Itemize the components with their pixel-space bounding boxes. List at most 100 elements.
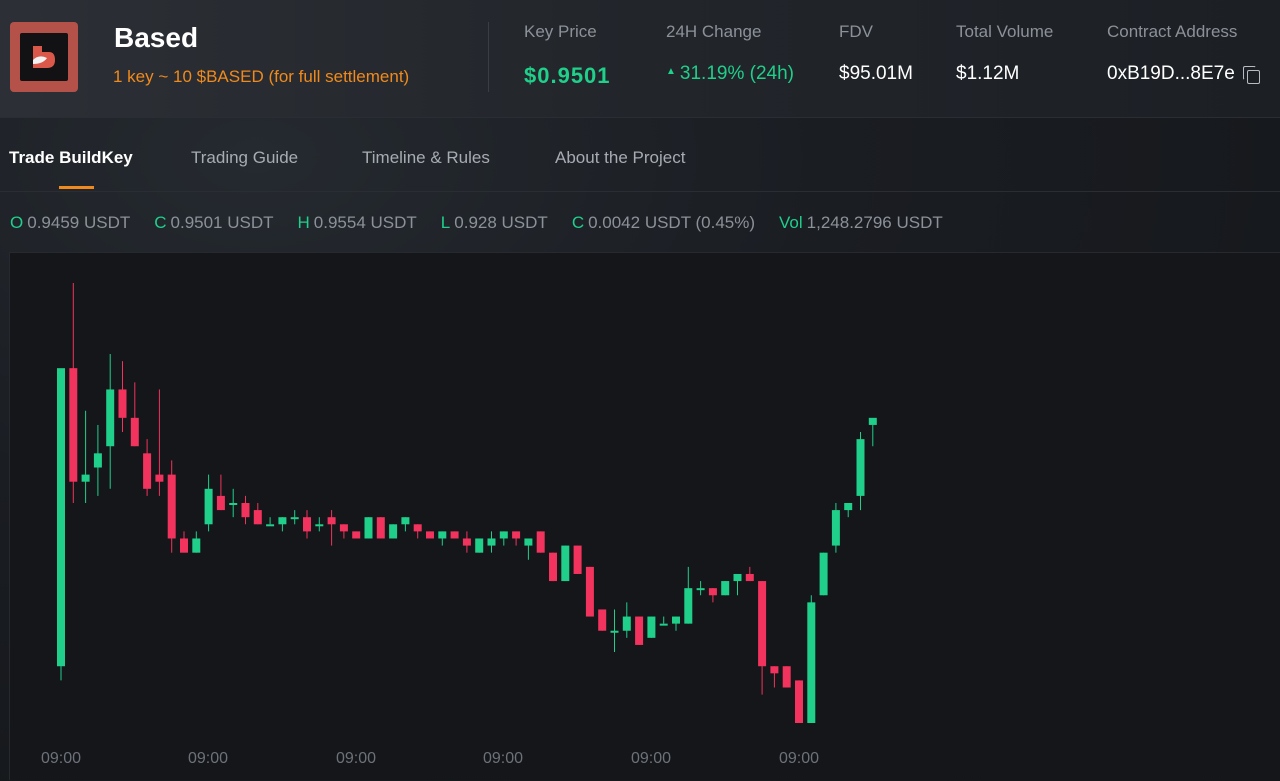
ohlc-key: C xyxy=(154,213,167,232)
candle-body xyxy=(93,453,102,468)
x-axis-tick-label: 09:00 xyxy=(779,750,819,767)
ohlc-volume: Vol 1,248.2796 USDT xyxy=(779,213,943,233)
candle-body xyxy=(782,666,791,688)
x-axis-tick-label: 09:00 xyxy=(188,750,228,767)
candle-body xyxy=(192,538,201,553)
candle-body xyxy=(389,524,398,539)
ohlc-value: 0.9554 USDT xyxy=(313,213,417,232)
candle-body xyxy=(81,474,90,482)
candle-body xyxy=(315,524,324,527)
token-header: Based 1 key ~ 10 $BASED (for full settle… xyxy=(0,0,1280,118)
candle-body xyxy=(549,552,557,582)
candle-body xyxy=(241,503,250,518)
tab-bar: Trade BuildKey Trading Guide Timeline & … xyxy=(0,118,1280,192)
ohlc-low: L 0.928 USDT xyxy=(441,213,548,233)
stat-contract-address: Contract Address 0xB19D...8E7e xyxy=(1107,22,1260,85)
candle-body xyxy=(475,538,484,553)
candle-body xyxy=(303,517,311,532)
token-title: Based xyxy=(114,22,199,53)
candle-body xyxy=(745,573,754,582)
candle-body xyxy=(290,517,299,520)
ohlc-key: O xyxy=(10,213,24,232)
candle-body xyxy=(524,538,533,546)
stat-key-price: Key Price $0.9501 xyxy=(524,22,611,89)
ohlc-key: H xyxy=(297,213,310,232)
candle-body xyxy=(536,531,545,553)
candle-body xyxy=(413,524,422,532)
ohlc-legend: O 0.9459 USDT C 0.9501 USDT H 0.9554 USDT L… xyxy=(10,212,967,234)
x-axis-tick-label: 09:00 xyxy=(41,750,81,767)
candle-body xyxy=(672,616,680,624)
candle-body xyxy=(462,538,471,546)
candle-body xyxy=(401,517,410,525)
candle-body xyxy=(57,368,65,667)
candle-body xyxy=(327,517,336,525)
contract-address-value: 0xB19D...8E7e xyxy=(1107,63,1235,84)
active-tab-indicator xyxy=(59,186,94,189)
ohlc-value: 0.0042 USDT (0.45%) xyxy=(588,213,756,232)
key-price-value: $0.9501 xyxy=(524,63,611,88)
candle-body xyxy=(143,453,152,489)
candle-body xyxy=(647,616,656,638)
candle-body xyxy=(438,531,447,539)
candle-body xyxy=(696,588,705,591)
token-subtitle: 1 key ~ 10 $BASED (for full settlement) xyxy=(113,67,410,86)
based-logo-icon xyxy=(33,46,55,68)
price-chart[interactable]: 09:00 09:00 09:00 09:00 09:00 09:00 xyxy=(9,252,1280,780)
candle-body xyxy=(573,545,582,574)
stat-label: Contract Address xyxy=(1107,22,1238,41)
candle-body xyxy=(339,524,348,532)
candlestick-chart[interactable]: 09:00 09:00 09:00 09:00 09:00 09:00 xyxy=(10,253,1280,781)
candle-body xyxy=(426,531,434,539)
ohlc-open: O 0.9459 USDT xyxy=(10,213,130,233)
candle-body xyxy=(708,588,717,596)
candle-body xyxy=(622,616,631,631)
token-logo xyxy=(10,22,78,92)
ohlc-key: Vol xyxy=(779,213,803,232)
stat-total-volume: Total Volume $1.12M xyxy=(956,22,1053,85)
total-volume-value: $1.12M xyxy=(956,63,1020,84)
candle-body xyxy=(770,666,779,674)
stat-label: Total Volume xyxy=(956,22,1054,41)
candle-body xyxy=(512,531,521,539)
24h-change-value: 31.19% (24h) xyxy=(679,63,794,84)
candle-body xyxy=(585,566,594,617)
candle-body xyxy=(856,439,865,496)
copy-icon[interactable] xyxy=(1242,65,1260,84)
candle-body xyxy=(684,588,693,624)
tab-timeline-rules[interactable]: Timeline & Rules xyxy=(362,148,490,168)
candle-body xyxy=(610,630,619,633)
header-divider xyxy=(488,22,489,92)
tab-trade-buildkey[interactable]: Trade BuildKey xyxy=(9,148,133,168)
ohlc-high: H 0.9554 USDT xyxy=(298,213,417,233)
x-axis-tick-label: 09:00 xyxy=(336,750,376,767)
ohlc-key: L xyxy=(440,213,451,232)
contract-address-row: 0xB19D...8E7e xyxy=(1107,63,1260,85)
ohlc-value: 0.928 USDT xyxy=(454,213,548,232)
candle-body xyxy=(364,517,373,539)
stat-label: FDV xyxy=(839,22,873,41)
ohlc-value: 0.9459 USDT xyxy=(27,213,131,232)
candle-body xyxy=(376,517,385,539)
tab-about-project[interactable]: About the Project xyxy=(555,148,685,168)
candle-body xyxy=(499,531,508,539)
candle-body xyxy=(831,510,840,546)
candle-body xyxy=(106,389,115,447)
candle-body xyxy=(659,623,668,626)
x-axis-tick-label: 09:00 xyxy=(483,750,523,767)
candle-body xyxy=(278,517,287,525)
candle-body xyxy=(635,616,644,645)
candle-body xyxy=(598,609,607,631)
candle-body xyxy=(216,495,225,511)
x-axis-tick-label: 09:00 xyxy=(631,750,671,767)
candle-body xyxy=(795,680,803,723)
candle-body xyxy=(561,545,570,582)
candle-body xyxy=(130,417,139,447)
change-value-row: ▲ 31.19% (24h) xyxy=(666,63,794,85)
candle-body xyxy=(167,474,176,539)
candle-body xyxy=(819,552,828,596)
candle-body xyxy=(118,389,127,418)
tab-trading-guide[interactable]: Trading Guide xyxy=(191,148,298,168)
candle-body xyxy=(352,531,361,539)
candle-body xyxy=(253,510,262,525)
